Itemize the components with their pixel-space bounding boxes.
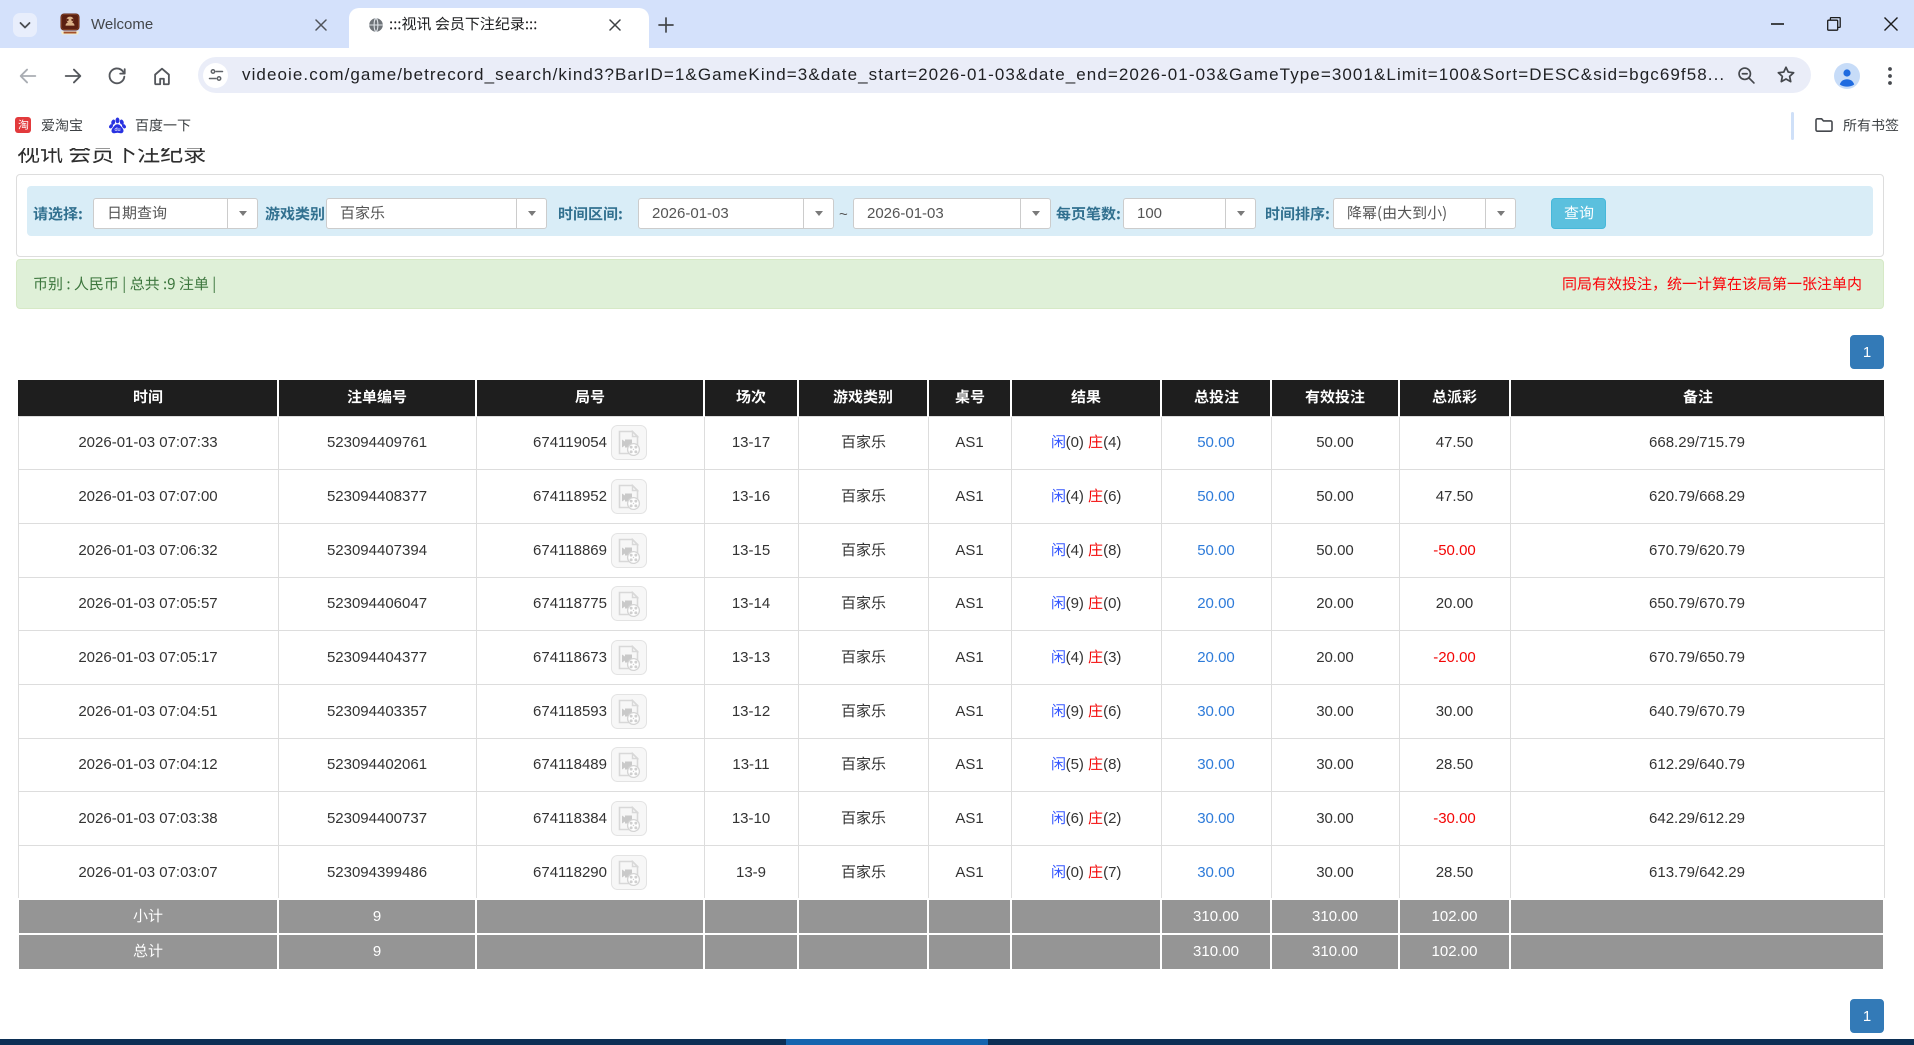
- svg-text:du: du: [114, 127, 120, 133]
